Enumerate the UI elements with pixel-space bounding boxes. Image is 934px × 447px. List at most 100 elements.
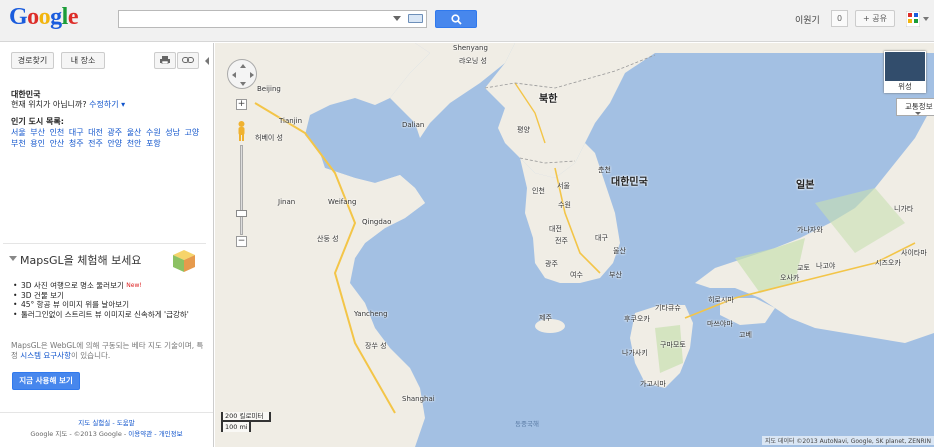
- pegman-icon[interactable]: [236, 120, 247, 142]
- map-label-saitama[interactable]: 사이타마: [901, 248, 927, 258]
- map-label-north-korea[interactable]: 북한: [539, 90, 557, 105]
- map-label-fukuoka[interactable]: 후쿠오카: [624, 314, 650, 324]
- city-link[interactable]: 수원: [146, 128, 161, 137]
- map-label-jeonju[interactable]: 전주: [555, 236, 568, 246]
- search-box[interactable]: [118, 10, 427, 28]
- zoom-slider-thumb[interactable]: [236, 210, 247, 217]
- print-button[interactable]: [154, 52, 176, 69]
- map-label-dalian[interactable]: Dalian: [402, 121, 424, 129]
- map-label-jeju[interactable]: 제주: [539, 313, 552, 323]
- map-label-shanghai[interactable]: Shanghai: [402, 395, 435, 403]
- search-button[interactable]: [435, 10, 477, 28]
- map-label-weifang[interactable]: Weifang: [328, 198, 356, 206]
- map-label-suwon[interactable]: 수원: [558, 200, 571, 210]
- location-edit-link[interactable]: 수정하기 ▾: [89, 100, 125, 109]
- copyright-text: Google 지도 - ©2013 Google -: [30, 430, 129, 438]
- map-label-nagoya[interactable]: 나고야: [816, 261, 835, 271]
- city-link[interactable]: 성남: [165, 128, 180, 137]
- collapse-promo-icon[interactable]: [9, 256, 17, 261]
- map-label-tianjin[interactable]: Tianjin: [279, 117, 302, 125]
- map-label-yeosu[interactable]: 여수: [570, 270, 583, 280]
- system-requirements-link[interactable]: 시스템 요구사항: [20, 351, 71, 360]
- zoom-slider-track[interactable]: [240, 145, 243, 235]
- city-link[interactable]: 부산: [30, 128, 45, 137]
- map-label-south-korea[interactable]: 대한민국: [611, 173, 648, 188]
- notification-count[interactable]: 0: [831, 10, 848, 27]
- user-name[interactable]: 이원기: [795, 13, 820, 26]
- map-label-kyoto[interactable]: 교토: [797, 263, 810, 273]
- map-label-busan[interactable]: 부산: [609, 270, 622, 280]
- map-label-beijing[interactable]: Beijing: [257, 85, 281, 93]
- map-canvas[interactable]: 북한 대한민국 일본 평양 서울 인천 수원 춘천 대전 전주 대구 울산 광주…: [215, 43, 934, 447]
- map-label-kobe[interactable]: 고베: [739, 330, 752, 340]
- labs-help-links[interactable]: 지도 실험실 - 도움말: [0, 418, 213, 429]
- map-label-seoul[interactable]: 서울: [557, 181, 570, 191]
- map-label-japan[interactable]: 일본: [796, 176, 814, 191]
- city-link[interactable]: 인천: [50, 128, 65, 137]
- map-label-shandong[interactable]: 산둥 성: [317, 234, 339, 244]
- map-label-osaka[interactable]: 오사카: [780, 273, 799, 283]
- map-label-kumamoto[interactable]: 구마모토: [660, 340, 686, 350]
- map-label-shenyang[interactable]: Shenyang: [453, 44, 488, 52]
- city-link[interactable]: 포항: [146, 139, 161, 148]
- map-label-daegu[interactable]: 대구: [595, 233, 608, 243]
- map-label-jinan[interactable]: Jinan: [278, 198, 295, 206]
- map-label-niigata[interactable]: 니가타: [894, 204, 913, 214]
- feature-item: 45° 항공 뷰 이미지 위를 날아보기: [13, 300, 203, 310]
- map-label-ulsan[interactable]: 울산: [613, 246, 626, 256]
- google-logo[interactable]: Google: [9, 4, 79, 31]
- city-link[interactable]: 고양: [185, 128, 200, 137]
- directions-button[interactable]: 경로찾기: [11, 52, 54, 69]
- map-label-hebei[interactable]: 허베이 성: [255, 133, 283, 143]
- map-label-hiroshima[interactable]: 히로시마: [708, 295, 734, 305]
- mapsgl-feature-list: 3D 사진 여행으로 명소 둘러보기 New! 3D 건물 보기 45° 항공 …: [13, 281, 203, 319]
- map-label-matsuyama[interactable]: 마쓰야마: [707, 319, 733, 329]
- map-label-shizuoka[interactable]: 시즈오카: [875, 258, 901, 268]
- try-mapsgl-button[interactable]: 지금 사용해 보기: [12, 372, 80, 390]
- chevron-down-icon[interactable]: [915, 112, 921, 115]
- link-button[interactable]: [177, 52, 199, 69]
- terms-privacy-links[interactable]: 이용약관 - 개인정보: [128, 430, 182, 438]
- map-label-nagasaki[interactable]: 나가사키: [622, 348, 648, 358]
- city-link[interactable]: 용인: [30, 139, 45, 148]
- city-link[interactable]: 대구: [69, 128, 84, 137]
- collapse-panel-icon[interactable]: [205, 57, 209, 65]
- scale-bar: 200 킬로미터 100 mi: [221, 412, 281, 434]
- map-label-qingdao[interactable]: Qingdao: [362, 218, 391, 226]
- map-label-kagoshima[interactable]: 가고시마: [640, 379, 666, 389]
- map-label-jiangsu[interactable]: 장쑤 성: [365, 341, 387, 351]
- pan-control[interactable]: [227, 59, 257, 89]
- map-label-chuncheon[interactable]: 춘천: [598, 165, 611, 175]
- city-link[interactable]: 서울: [11, 128, 26, 137]
- map-label-pyongyang[interactable]: 평양: [517, 125, 530, 135]
- map-attribution[interactable]: 지도 데이터 ©2013 AutoNavi, Google, SK planet…: [762, 436, 934, 445]
- profile-avatar-icon[interactable]: [906, 11, 920, 27]
- satellite-label: 위성: [885, 81, 925, 92]
- share-button[interactable]: + 공유: [855, 10, 895, 27]
- zoom-out-button[interactable]: −: [236, 236, 247, 247]
- city-link[interactable]: 천안: [127, 139, 142, 148]
- city-link[interactable]: 안양: [107, 139, 122, 148]
- city-link[interactable]: 전주: [88, 139, 103, 148]
- search-icon: [451, 14, 462, 25]
- map-label-daejeon[interactable]: 대전: [549, 224, 562, 234]
- city-link[interactable]: 안산: [50, 139, 65, 148]
- city-link[interactable]: 울산: [127, 128, 142, 137]
- satellite-view-toggle[interactable]: 위성: [884, 51, 926, 93]
- map-label-kanazawa[interactable]: 가나자와: [797, 225, 823, 235]
- keyboard-icon[interactable]: [408, 14, 423, 23]
- map-label-gwangju[interactable]: 광주: [545, 259, 558, 269]
- city-link[interactable]: 대전: [88, 128, 103, 137]
- city-link[interactable]: 광주: [107, 128, 122, 137]
- map-label-incheon[interactable]: 인천: [532, 186, 545, 196]
- account-caret-icon[interactable]: [923, 17, 929, 21]
- search-dropdown-icon[interactable]: [393, 16, 401, 21]
- my-places-button[interactable]: 내 장소: [61, 52, 105, 69]
- city-link[interactable]: 청주: [69, 139, 84, 148]
- city-link[interactable]: 부천: [11, 139, 26, 148]
- map-label-yancheng[interactable]: Yancheng: [354, 310, 388, 318]
- map-label-liaoning[interactable]: 랴오닝 성: [459, 56, 487, 66]
- map-label-kitakyushu[interactable]: 기타큐슈: [655, 303, 681, 313]
- search-input[interactable]: [121, 12, 391, 26]
- zoom-in-button[interactable]: +: [236, 99, 247, 110]
